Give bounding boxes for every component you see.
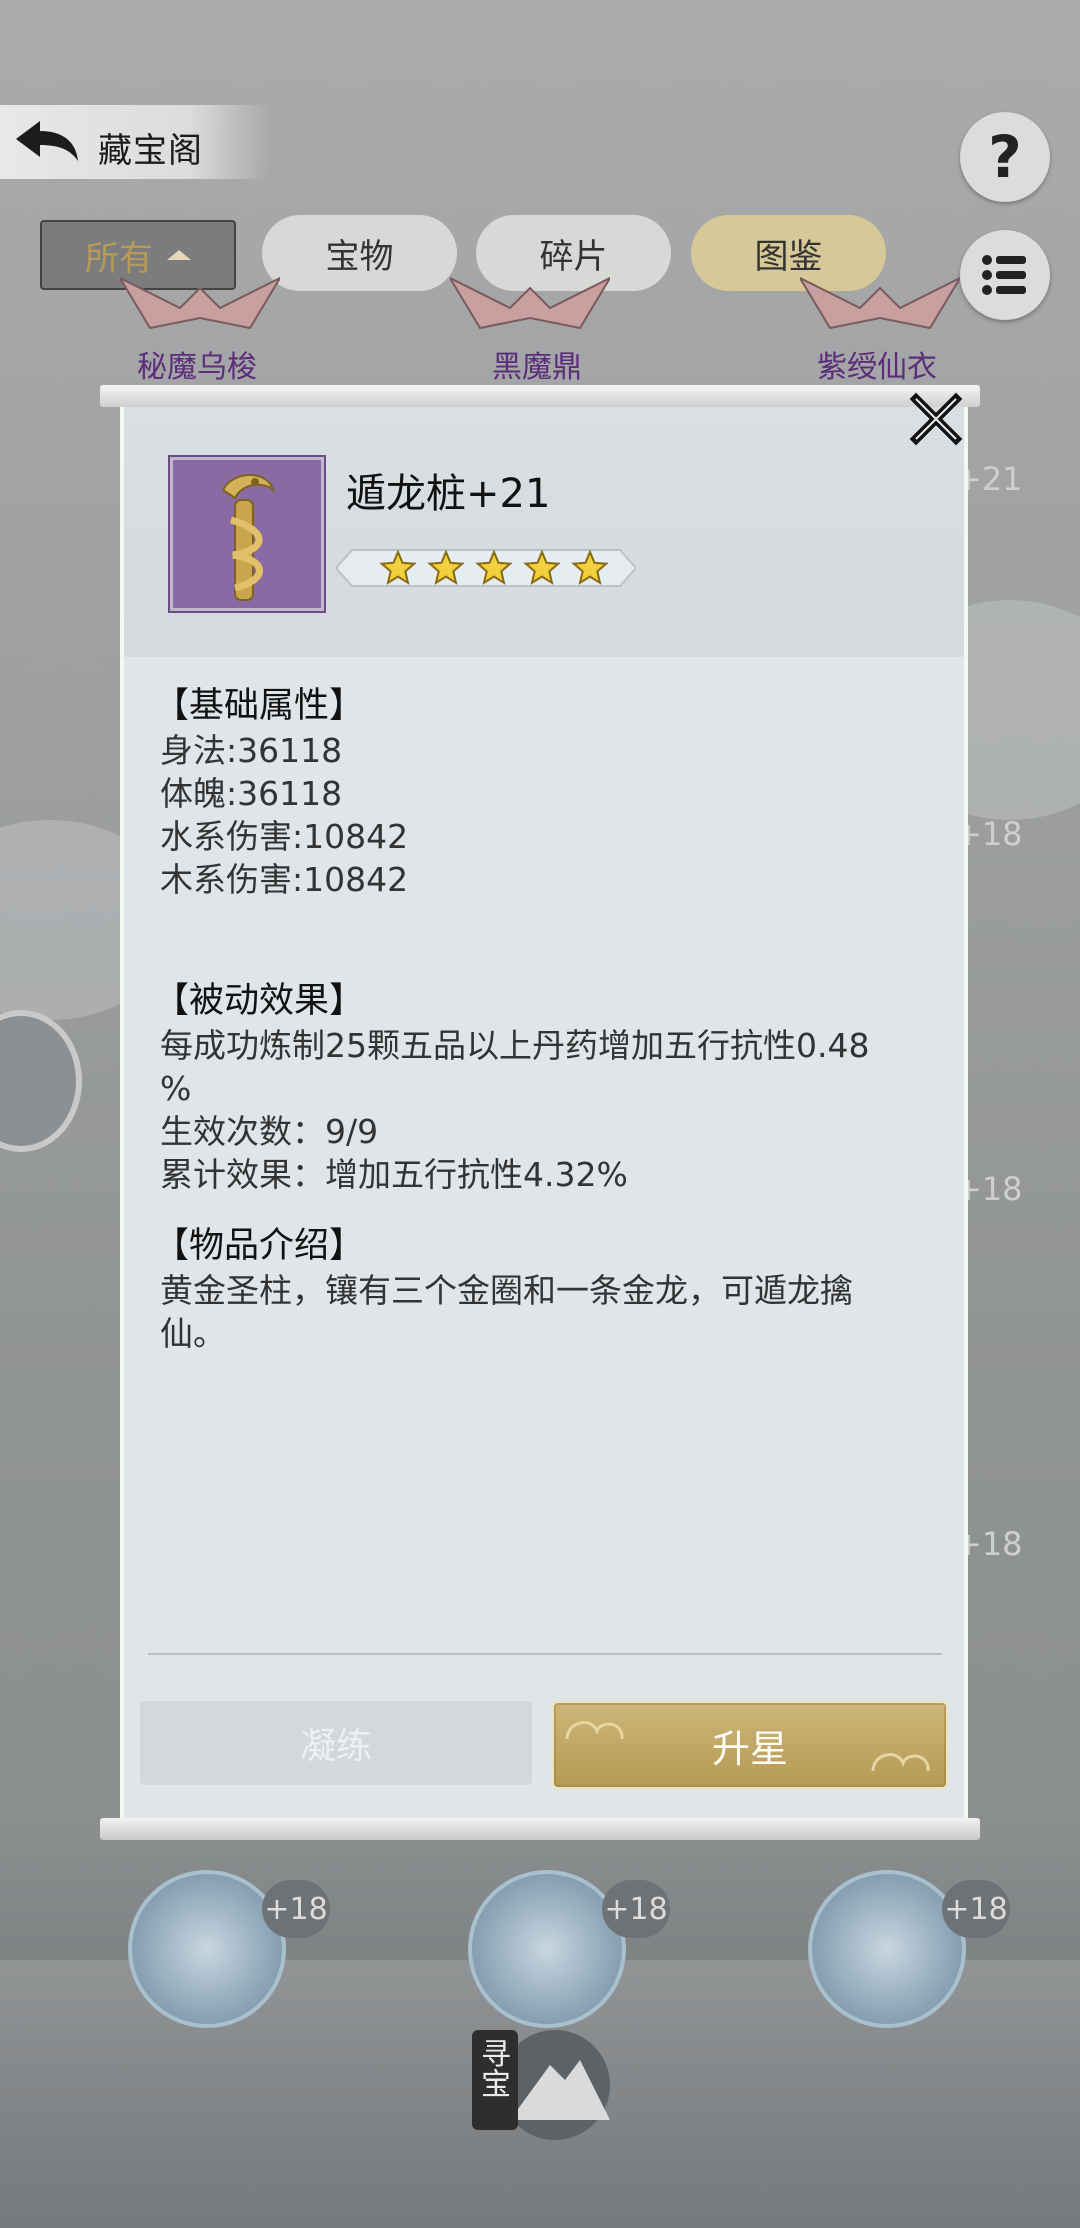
attribute-line: 身法:36118	[160, 731, 343, 770]
tab-treasure[interactable]: 宝物	[262, 215, 457, 291]
scroll-roller-top	[100, 385, 980, 407]
item-name-label[interactable]: 黑魔鼎	[492, 342, 582, 386]
level-badge: +18	[602, 1880, 670, 1938]
dialog-header: 遁龙桩+21	[124, 407, 964, 657]
bottom-item-slot[interactable]	[808, 1870, 966, 2028]
bottom-item-slot[interactable]	[468, 1870, 626, 2028]
passive-count: 生效次数：9/9	[160, 1112, 379, 1151]
golden-dragon-pillar-icon	[221, 474, 275, 601]
list-icon	[982, 255, 1026, 295]
bottom-item-slot[interactable]	[128, 1870, 286, 2028]
page-title: 藏宝阁	[98, 131, 203, 171]
passive-effect-text: %	[160, 1069, 192, 1108]
scroll-roller-bottom	[100, 1818, 980, 1840]
cloud-ornament-icon	[565, 1721, 624, 1740]
item-title: 遁龙桩+21	[346, 471, 551, 517]
star-rating	[336, 549, 636, 587]
item-frame-ornament-icon	[800, 276, 960, 330]
attribute-line: 水系伤害:10842	[160, 817, 409, 856]
item-intro-heading: 【物品介绍】	[154, 1226, 365, 1266]
upgrade-star-label: 升星	[711, 1726, 788, 1771]
caret-up-icon	[167, 250, 191, 260]
refine-button[interactable]: 凝练	[140, 1701, 532, 1785]
passive-total: 累计效果：增加五行抗性4.32%	[160, 1155, 628, 1194]
item-intro-text: 仙。	[160, 1314, 226, 1353]
upgrade-star-button[interactable]: 升星	[552, 1701, 948, 1789]
seek-label: 寻宝	[475, 2038, 510, 2098]
close-icon[interactable]	[906, 389, 966, 449]
attribute-line: 体魄:36118	[160, 774, 343, 813]
item-frame-ornament-icon	[120, 276, 280, 330]
level-badge: +18	[262, 1880, 330, 1938]
item-detail-dialog: 遁龙桩+21 【基础属性】 身法:36118 体魄:36118 水系伤害:108…	[100, 385, 980, 1840]
passive-effect-heading: 【被动效果】	[154, 981, 365, 1021]
top-bar: 藏宝阁	[0, 105, 270, 179]
passive-effect-text: 每成功炼制25颗五品以上丹药增加五行抗性0.48	[160, 1026, 870, 1065]
cloud-ornament-icon	[871, 1753, 930, 1772]
attribute-line: 木系伤害:10842	[160, 860, 409, 899]
help-button[interactable]: ?	[960, 112, 1050, 202]
divider	[148, 1653, 942, 1655]
item-frame-ornament-icon	[450, 276, 610, 330]
item-icon	[170, 457, 324, 611]
seek-treasure-button[interactable]: 寻宝	[470, 2010, 620, 2150]
dialog-panel: 遁龙桩+21 【基础属性】 身法:36118 体魄:36118 水系伤害:108…	[120, 392, 968, 1818]
base-attributes-heading: 【基础属性】	[154, 686, 365, 726]
level-badge: +18	[942, 1880, 1010, 1938]
back-arrow-icon[interactable]	[12, 117, 82, 167]
menu-list-button[interactable]	[960, 230, 1050, 320]
item-name-label[interactable]: 秘魔乌梭	[137, 342, 257, 386]
item-name-label[interactable]: 紫绶仙衣	[817, 342, 937, 386]
item-intro-text: 黄金圣柱，镶有三个金圈和一条金龙，可遁龙擒	[160, 1271, 853, 1310]
